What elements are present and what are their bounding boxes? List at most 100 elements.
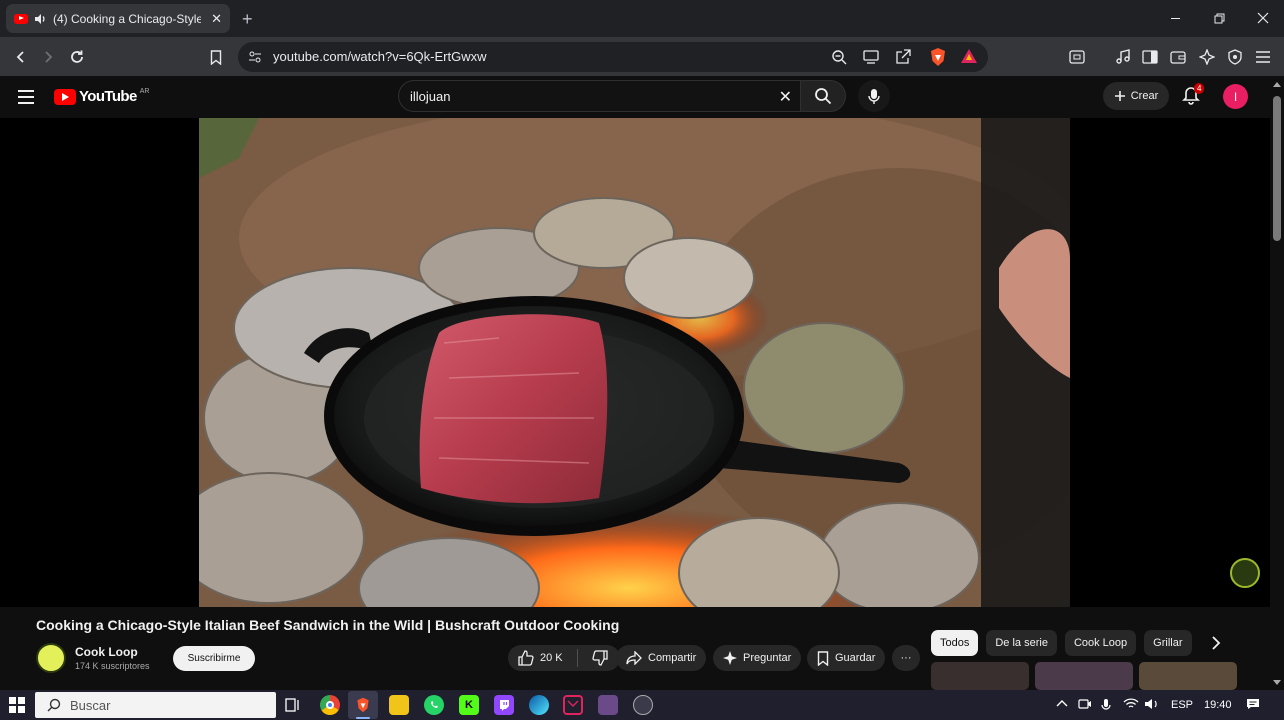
channel-name[interactable]: Cook Loop [75,645,138,659]
save-label: Guardar [835,652,876,664]
chip-grilling[interactable]: Grillar [1144,630,1192,656]
recommended-thumbnail[interactable] [931,662,1029,690]
browser-tab-strip: (4) Cooking a Chicago-Style It ✕ + [0,0,1284,37]
leo-ai-icon[interactable] [1197,47,1217,67]
close-window-icon[interactable] [1240,6,1284,30]
search-button[interactable] [800,80,846,112]
url-text[interactable]: youtube.com/watch?v=6Qk-ErtGwxw [273,49,487,64]
create-button[interactable]: Crear [1103,82,1169,110]
search-input[interactable]: illojuan ✕ [398,80,800,112]
save-button[interactable]: Guardar [807,645,886,671]
share-page-icon[interactable] [894,48,912,66]
chips-next-icon[interactable] [1206,632,1226,654]
site-settings-icon[interactable] [246,48,264,66]
guide-menu-icon[interactable] [18,90,34,104]
video-title: Cooking a Chicago-Style Italian Beef San… [36,617,620,633]
voice-search-button[interactable] [858,80,890,112]
channel-watermark-icon[interactable] [1230,558,1260,588]
like-count: 20 K [540,652,563,664]
subscribe-button[interactable]: Suscribirme [173,646,255,671]
scroll-down-arrow-icon[interactable] [1273,680,1281,685]
chip-from-series[interactable]: De la serie [986,630,1057,656]
browser-toolbar: youtube.com/watch?v=6Qk-ErtGwxw [0,37,1284,76]
media-music-icon[interactable] [1113,47,1133,67]
active-app-indicator [356,717,370,719]
notifications-badge: 4 [1194,83,1205,94]
share-button[interactable]: Compartir [616,645,707,671]
wallet-icon[interactable] [1168,47,1188,67]
sidebar-tabs-icon[interactable] [1067,47,1087,67]
main-menu-icon[interactable] [1253,47,1273,67]
channel-avatar[interactable] [36,643,66,673]
dislike-button[interactable] [584,645,620,671]
chrome-icon[interactable] [320,695,340,715]
brave-browser-icon[interactable] [353,695,373,715]
account-avatar[interactable]: I [1223,84,1248,109]
taskbar-search-box[interactable]: Buscar [35,692,276,718]
windows-start-icon[interactable] [9,697,25,713]
scrollbar-thumb[interactable] [1273,96,1281,241]
keyboard-language[interactable]: ESP [1171,699,1193,711]
wifi-icon[interactable] [1123,698,1139,710]
sidebar-panel-icon[interactable] [1140,47,1160,67]
zoom-out-icon[interactable] [830,48,848,66]
recommended-thumbnail[interactable] [1139,662,1237,690]
notification-center-icon[interactable] [1246,698,1260,710]
youtube-play-logo-icon [54,88,76,105]
share-label: Compartir [648,652,697,664]
game-app-icon[interactable] [598,695,618,715]
microphone-tray-icon[interactable] [1101,698,1111,712]
audio-playing-icon[interactable] [34,13,47,25]
video-frame[interactable] [199,118,1070,607]
recommendation-chips: Todos De la serie Cook Loop Grillar [931,630,1192,656]
cast-icon[interactable] [862,48,880,66]
youtube-logo[interactable]: YouTube AR [54,88,149,105]
browser-tab[interactable]: (4) Cooking a Chicago-Style It ✕ [6,4,230,33]
camera-tray-icon[interactable] [1078,698,1092,710]
thumbs-up-icon [518,650,534,666]
video-player[interactable] [0,118,1270,607]
like-divider [576,649,578,667]
vpn-shield-icon[interactable] [1225,47,1245,67]
recommended-thumbnail[interactable] [1035,662,1133,690]
settings-app-icon[interactable] [633,695,653,715]
brave-shields-icon[interactable] [928,47,948,67]
clock-time[interactable]: 19:40 [1204,699,1232,711]
scroll-up-arrow-icon[interactable] [1273,82,1281,87]
file-explorer-icon[interactable] [389,695,409,715]
chip-channel[interactable]: Cook Loop [1064,630,1137,656]
reload-icon[interactable] [65,45,89,69]
kick-icon[interactable]: K [459,695,479,715]
edge-icon[interactable] [529,695,549,715]
chip-all[interactable]: Todos [931,630,979,656]
tab-close-icon[interactable]: ✕ [211,11,222,27]
notifications-bell-icon[interactable]: 4 [1181,83,1205,108]
ask-button[interactable]: Preguntar [713,645,802,671]
create-label: Crear [1130,90,1159,102]
search-icon [815,88,832,105]
logo-text: YouTube [79,88,137,105]
page-scrollbar[interactable] [1270,76,1284,690]
more-actions-button[interactable]: ··· [892,645,920,671]
new-tab-button[interactable]: + [242,9,253,30]
restore-window-icon[interactable] [1196,6,1242,30]
twitch-icon[interactable] [494,695,514,715]
show-hidden-icons-icon[interactable] [1056,698,1068,708]
country-code: AR [139,88,150,95]
whatsapp-icon[interactable] [424,695,444,715]
more-icon: ··· [900,652,912,664]
like-button[interactable]: 20 K [508,645,571,671]
mail-app-icon[interactable] [563,695,583,715]
address-bar[interactable]: youtube.com/watch?v=6Qk-ErtGwxw [238,42,988,72]
bookmark-icon[interactable] [204,45,228,69]
task-view-icon[interactable] [283,695,303,715]
windows-taskbar: Buscar K ESP 19:40 [0,690,1284,720]
back-icon[interactable] [9,45,33,69]
search-query[interactable]: illojuan [410,89,450,104]
brave-rewards-icon[interactable] [960,48,978,64]
subscriber-count: 174 K suscriptores [75,661,150,671]
forward-icon[interactable] [36,45,60,69]
clear-search-icon[interactable]: ✕ [779,87,792,107]
minimize-window-icon[interactable] [1152,6,1198,30]
volume-icon[interactable] [1144,698,1160,710]
